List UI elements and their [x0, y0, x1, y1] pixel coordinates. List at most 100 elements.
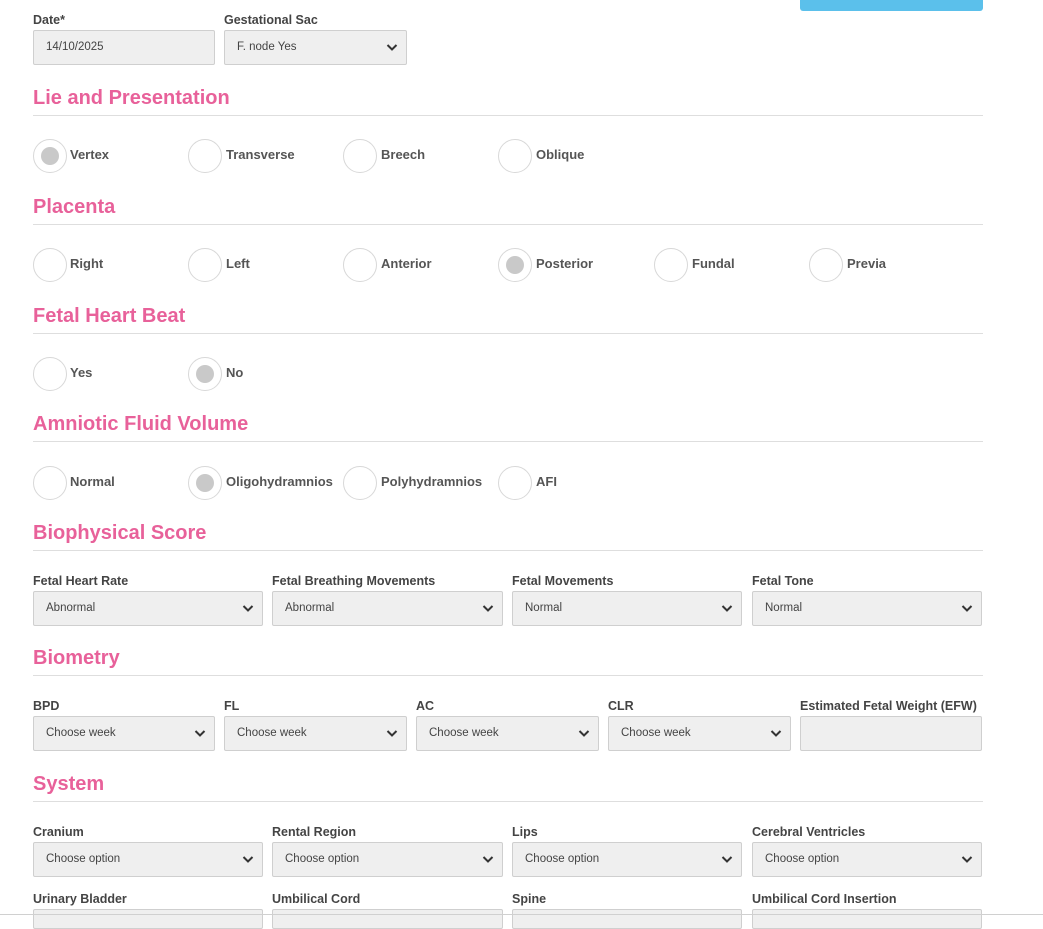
fetal-breathing-select[interactable]: Abnormal — [272, 591, 503, 626]
clr-select[interactable]: Choose week — [608, 716, 791, 751]
urinary-bladder-label: Urinary Bladder — [33, 892, 127, 906]
radio-label-heartbeat-yes: Yes — [70, 365, 93, 380]
fetal-movements-label: Fetal Movements — [512, 574, 614, 588]
lips-label: Lips — [512, 825, 538, 839]
section-divider — [33, 801, 983, 802]
radio-label-left: Left — [226, 256, 250, 271]
fetal-tone-select[interactable]: Normal — [752, 591, 982, 626]
lips-select[interactable]: Choose option — [512, 842, 742, 877]
fetal-heart-rate-label: Fetal Heart Rate — [33, 574, 129, 588]
umbilical-cord-select[interactable] — [272, 909, 503, 929]
radio-afi[interactable] — [498, 466, 532, 500]
submit-button[interactable] — [800, 0, 983, 11]
fetal-heart-beat-title: Fetal Heart Beat — [33, 305, 186, 327]
fetal-movements-value: Normal — [525, 602, 563, 614]
radio-label-oblique: Oblique — [536, 147, 585, 162]
radio-vertex[interactable] — [33, 139, 67, 173]
radio-previa[interactable] — [809, 248, 843, 282]
gestational-sac-label: Gestational Sac — [224, 13, 318, 27]
cerebral-ventricles-select[interactable]: Choose option — [752, 842, 982, 877]
clr-value: Choose week — [621, 727, 691, 739]
chevron-down-icon — [482, 856, 494, 863]
chevron-down-icon — [770, 730, 782, 737]
radio-label-heartbeat-no: No — [226, 365, 244, 380]
umbilical-cord-insertion-select[interactable] — [752, 909, 982, 929]
radio-label-previa: Previa — [847, 256, 887, 271]
efw-label: Estimated Fetal Weight (EFW) — [800, 699, 977, 713]
fetal-heart-rate-select[interactable]: Abnormal — [33, 591, 263, 626]
radio-anterior[interactable] — [343, 248, 377, 282]
bpd-value: Choose week — [46, 727, 116, 739]
cranium-select[interactable]: Choose option — [33, 842, 263, 877]
fetal-movements-select[interactable]: Normal — [512, 591, 742, 626]
radio-polyhydramnios[interactable] — [343, 466, 377, 500]
radio-right[interactable] — [33, 248, 67, 282]
fetal-heart-rate-value: Abnormal — [46, 602, 96, 614]
radio-oblique[interactable] — [498, 139, 532, 173]
bpd-label: BPD — [33, 699, 60, 713]
radio-label-anterior: Anterior — [381, 256, 432, 271]
radio-label-right: Right — [70, 256, 104, 271]
gestational-sac-value: F. node Yes — [237, 41, 297, 53]
ac-value: Choose week — [429, 727, 499, 739]
chevron-down-icon — [242, 856, 254, 863]
fetal-breathing-label: Fetal Breathing Movements — [272, 574, 436, 588]
urinary-bladder-select[interactable] — [33, 909, 263, 929]
umbilical-cord-label: Umbilical Cord — [272, 892, 361, 906]
biophysical-score-title: Biophysical Score — [33, 522, 207, 544]
radio-label-transverse: Transverse — [226, 147, 295, 162]
ac-label: AC — [416, 699, 435, 713]
cerebral-ventricles-label: Cerebral Ventricles — [752, 825, 866, 839]
chevron-down-icon — [721, 856, 733, 863]
section-divider — [33, 224, 983, 225]
radio-heartbeat-yes[interactable] — [33, 357, 67, 391]
rental-region-select[interactable]: Choose option — [272, 842, 503, 877]
chevron-down-icon — [242, 605, 254, 612]
spine-label: Spine — [512, 892, 547, 906]
cranium-value: Choose option — [46, 853, 121, 865]
placenta-title: Placenta — [33, 196, 116, 218]
chevron-down-icon — [386, 44, 398, 51]
radio-label-breech: Breech — [381, 147, 426, 162]
spine-select[interactable] — [512, 909, 742, 929]
efw-input[interactable] — [800, 716, 982, 751]
radio-heartbeat-no[interactable] — [188, 357, 222, 391]
chevron-down-icon — [386, 730, 398, 737]
section-divider — [33, 550, 983, 551]
date-input[interactable]: 14/10/2025 — [33, 30, 215, 65]
cerebral-ventricles-value: Choose option — [765, 853, 840, 865]
fetal-tone-value: Normal — [765, 602, 803, 614]
clr-label: CLR — [608, 699, 634, 713]
radio-oligohydramnios[interactable] — [188, 466, 222, 500]
radio-normal[interactable] — [33, 466, 67, 500]
window-bottom-border — [0, 914, 1043, 915]
radio-posterior[interactable] — [498, 248, 532, 282]
date-label: Date* — [33, 13, 65, 27]
lie-presentation-title: Lie and Presentation — [33, 87, 230, 109]
system-title: System — [33, 773, 105, 795]
bpd-select[interactable]: Choose week — [33, 716, 215, 751]
gestational-sac-select[interactable]: F. node Yes — [224, 30, 407, 65]
chevron-down-icon — [961, 856, 973, 863]
radio-breech[interactable] — [343, 139, 377, 173]
cranium-label: Cranium — [33, 825, 84, 839]
chevron-down-icon — [194, 730, 206, 737]
radio-label-vertex: Vertex — [70, 147, 110, 162]
radio-left[interactable] — [188, 248, 222, 282]
radio-label-afi: AFI — [536, 474, 557, 489]
rental-region-label: Rental Region — [272, 825, 357, 839]
biometry-title: Biometry — [33, 647, 120, 669]
section-divider — [33, 115, 983, 116]
chevron-down-icon — [578, 730, 590, 737]
radio-transverse[interactable] — [188, 139, 222, 173]
radio-fundal[interactable] — [654, 248, 688, 282]
section-divider — [33, 441, 983, 442]
ac-select[interactable]: Choose week — [416, 716, 599, 751]
chevron-down-icon — [721, 605, 733, 612]
fl-select[interactable]: Choose week — [224, 716, 407, 751]
section-divider — [33, 333, 983, 334]
radio-label-posterior: Posterior — [536, 256, 594, 271]
radio-label-normal: Normal — [70, 474, 115, 489]
radio-label-fundal: Fundal — [692, 256, 735, 271]
chevron-down-icon — [961, 605, 973, 612]
